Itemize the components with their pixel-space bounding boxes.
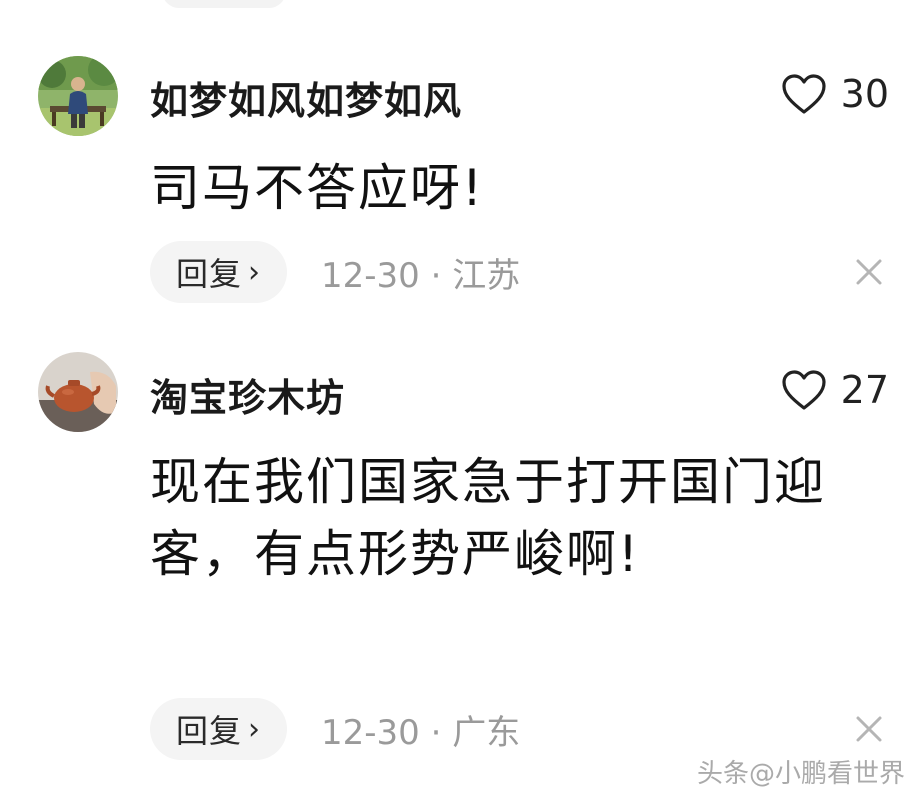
meta-separator: · bbox=[430, 712, 442, 753]
watermark: 头条@小鹏看世界 bbox=[696, 759, 905, 789]
avatar-image bbox=[38, 352, 118, 432]
reply-label: 回复 bbox=[176, 712, 243, 750]
comment-meta: 回复 › 12-30 · 江苏 bbox=[150, 241, 520, 303]
close-icon[interactable] bbox=[855, 715, 883, 743]
comment-time-location: 12-30 · 江苏 bbox=[321, 248, 520, 297]
comment-meta: 回复 › 12-30 · 广东 bbox=[150, 698, 520, 760]
comment-date: 12-30 bbox=[321, 255, 420, 296]
like-button[interactable]: 30 bbox=[781, 72, 889, 116]
heart-icon bbox=[782, 74, 826, 114]
chevron-right-icon: › bbox=[248, 254, 262, 290]
username[interactable]: 淘宝珍木坊 bbox=[150, 367, 345, 422]
heart-icon bbox=[782, 370, 826, 410]
meta-separator: · bbox=[430, 255, 442, 296]
avatar[interactable] bbox=[38, 56, 118, 136]
username[interactable]: 如梦如风如梦如风 bbox=[150, 70, 462, 125]
comment-location: 江苏 bbox=[452, 255, 521, 296]
avatar-image bbox=[38, 56, 118, 136]
comment-text: 司马不答应呀! bbox=[150, 159, 485, 217]
reply-label: 回复 bbox=[176, 255, 243, 293]
comment-text: 现在我们国家急于打开国门迎客，有点形势严峻啊! bbox=[150, 453, 826, 583]
like-button[interactable]: 27 bbox=[781, 368, 889, 412]
like-count: 27 bbox=[840, 368, 889, 412]
close-icon[interactable] bbox=[855, 258, 883, 286]
comment-location: 广东 bbox=[452, 712, 521, 753]
reply-button[interactable]: 回复 › bbox=[150, 698, 288, 760]
comment-time-location: 12-30 · 广东 bbox=[321, 705, 520, 754]
avatar[interactable] bbox=[38, 352, 118, 432]
comment-date: 12-30 bbox=[321, 712, 420, 753]
like-count: 30 bbox=[840, 72, 889, 116]
chevron-right-icon: › bbox=[248, 711, 262, 747]
reply-button[interactable]: 回复 › bbox=[150, 241, 288, 303]
previous-reply-button[interactable] bbox=[162, 0, 286, 8]
